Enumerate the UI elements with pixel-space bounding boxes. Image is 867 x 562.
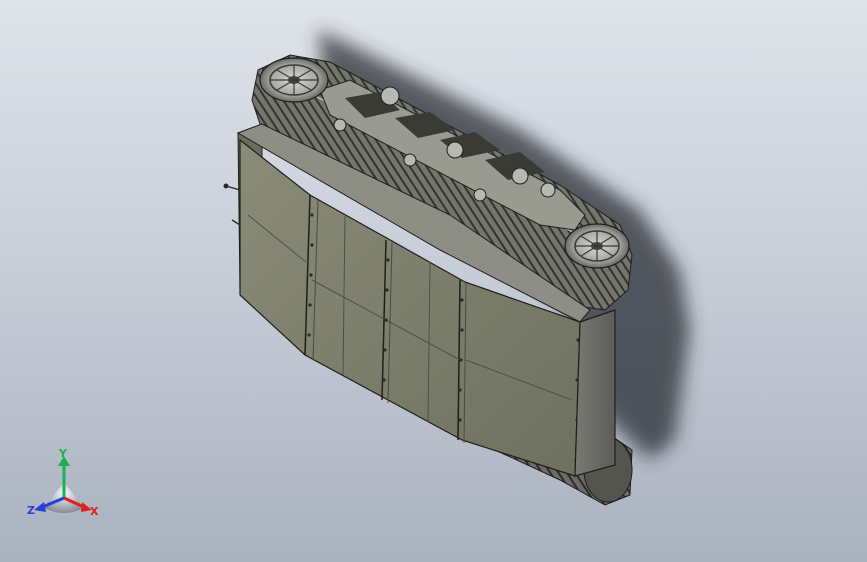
graphics-viewport[interactable]: Y X Z (0, 0, 867, 562)
antenna (223, 183, 241, 226)
y-axis-label: Y (59, 447, 67, 460)
z-axis-label: Z (27, 504, 35, 517)
model-canvas[interactable] (0, 0, 867, 562)
hull-right-side (574, 309, 616, 477)
coordinate-triad: Y X Z (22, 448, 106, 520)
x-axis-label: X (90, 505, 99, 518)
front-drive-wheel (259, 57, 329, 103)
rear-drive-wheel (564, 223, 630, 269)
